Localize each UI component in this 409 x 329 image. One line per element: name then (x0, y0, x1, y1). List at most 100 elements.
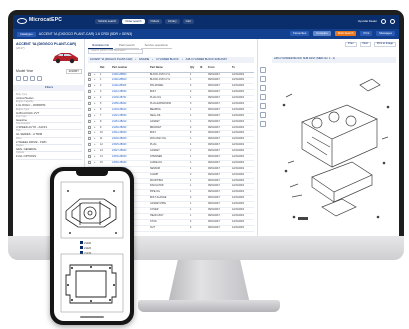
print-image-button[interactable]: Print to Image (373, 42, 396, 47)
prev-button[interactable]: Prev (345, 42, 357, 47)
illustration-title: A45-CYLINDER BLOCK SUB ASSY (MED CH: 1 -… (272, 57, 396, 63)
catalogue-actions: Favourites Compare Multi-Search Print Me… (290, 31, 395, 37)
cart-icon[interactable]: + (94, 108, 95, 111)
favourites-button[interactable]: Favourites (290, 31, 310, 37)
row-checkbox[interactable] (88, 131, 91, 135)
breadcrumb-item[interactable]: A45-CYLINDER BLOCK SUB ASSY (186, 58, 228, 62)
row-checkbox[interactable] (88, 78, 91, 82)
cart-icon[interactable]: + (94, 114, 95, 117)
multi-search-button[interactable]: Multi-Search (334, 31, 357, 37)
row-checkbox[interactable] (88, 113, 91, 117)
filter-item[interactable]: Trim GL SERIES - A TRIM (16, 130, 82, 138)
filter-item[interactable]: Drive 2 WHEEL DRIVE - FWD (16, 137, 82, 146)
compare-button[interactable]: Compare (313, 31, 331, 37)
next-button[interactable]: Next (359, 42, 371, 47)
catalogue-breadcrumb: ACCENT 'IA (DIGGCO PLANT-CAR) 1.6 CRDI (… (38, 31, 133, 36)
breadcrumb-item[interactable]: ACCENT 'IA (DIGGCO PLANT-CAR) (90, 58, 132, 62)
row-checkbox[interactable] (88, 137, 91, 141)
cart-icon[interactable]: + (94, 78, 95, 82)
catalogue-left: Catalogue ACCENT 'IA (DIGGCO PLANT-CAR) … (17, 31, 133, 38)
row-checkbox[interactable] (88, 143, 91, 147)
cart-icon[interactable]: + (94, 90, 95, 93)
tab-service-operations[interactable]: Service operations (140, 43, 172, 50)
help-icon[interactable] (381, 19, 386, 24)
bullet-icon (80, 241, 83, 244)
vehicle-subtitle: (2017) (16, 46, 25, 50)
smartphone: 21100 21120 21230 (50, 167, 134, 325)
fit-icon[interactable] (260, 85, 266, 91)
cart-icon[interactable]: + (94, 137, 95, 140)
tab-cart[interactable]: Cart (182, 19, 194, 25)
monitor-base (138, 300, 280, 312)
cart-icon[interactable]: + (94, 155, 95, 158)
catalogue-button[interactable]: Catalogue (17, 32, 36, 38)
chevron-right-icon: › (181, 57, 183, 61)
download-icon[interactable] (260, 112, 266, 118)
zoom-out-icon[interactable] (260, 76, 266, 82)
illustration-actions: Prev Next Print to Image (345, 42, 396, 47)
info-icon[interactable] (37, 76, 42, 81)
row-checkbox[interactable] (88, 119, 91, 123)
catalogue-bar: Catalogue ACCENT 'IA (DIGGCO PLANT-CAR) … (13, 29, 399, 39)
filter-item[interactable]: Region GEN. GENERAL (16, 144, 82, 153)
cart-icon[interactable]: + (94, 131, 95, 135)
filter-icon[interactable] (30, 76, 35, 81)
print-button[interactable]: Print (360, 31, 373, 37)
tab-orders[interactable]: Orders (147, 19, 163, 25)
transmission-illustration[interactable] (60, 181, 124, 239)
breadcrumb-item[interactable]: CYLINDER BLOCK (156, 58, 179, 62)
fullscreen-icon[interactable] (260, 121, 266, 127)
gasket-illustration[interactable] (60, 253, 124, 313)
cart-icon[interactable]: + (94, 96, 95, 99)
cart-icon[interactable]: + (94, 161, 95, 164)
vehicle-tools (16, 76, 42, 81)
top-right-area: Hyundai Dealer (358, 19, 395, 24)
illustration-tools (260, 67, 266, 127)
zoom-in-icon[interactable] (260, 67, 266, 73)
model-year-label: Model Year (16, 68, 33, 73)
row-checkbox[interactable] (88, 107, 91, 111)
model-year-select[interactable]: 2018MY (65, 69, 82, 75)
parts-search-input[interactable]: Search parts in this illustration (88, 49, 143, 54)
cart-icon[interactable]: + (94, 149, 95, 152)
print-icon[interactable] (260, 103, 266, 109)
settings-icon[interactable] (390, 19, 395, 24)
home-icon[interactable] (23, 76, 28, 81)
cell-name: NUT (150, 225, 190, 232)
engine-block-illustration[interactable] (272, 67, 398, 233)
row-checkbox[interactable] (88, 72, 91, 76)
cart-icon[interactable]: + (94, 73, 95, 76)
row-checkbox[interactable] (88, 155, 91, 159)
filter-value: FULL OPTIONS (16, 154, 37, 159)
brand: MicrocatEPC (17, 17, 62, 24)
row-checkbox[interactable] (88, 84, 91, 88)
filter-item[interactable]: Options FULL OPTIONS (16, 152, 82, 160)
row-checkbox[interactable] (88, 125, 91, 129)
tab-library[interactable]: Library (165, 19, 180, 25)
search-icon[interactable] (16, 76, 21, 81)
breadcrumb-item[interactable]: ENGINE (139, 58, 149, 62)
row-checkbox[interactable] (88, 149, 91, 153)
filters-list: Body Type 4-Door/Sedan Engine Capacity 1.6… (16, 93, 82, 160)
cart-icon[interactable]: + (94, 120, 95, 123)
row-checkbox[interactable] (88, 160, 91, 164)
messages-button[interactable]: Messages (376, 31, 395, 37)
cart-icon[interactable]: + (94, 102, 95, 105)
row-checkbox[interactable] (88, 90, 91, 94)
cell-from: 06/01/2017 (208, 225, 232, 232)
cell-empty (200, 225, 208, 232)
filter-item[interactable]: Transmission 4 SPEED AUTO - A4CF1 (16, 122, 82, 131)
tab-vehicle-search[interactable]: Vehicle search (95, 19, 120, 25)
row-checkbox[interactable] (88, 102, 91, 106)
cart-icon[interactable]: + (94, 84, 95, 87)
row-checkbox[interactable] (88, 96, 91, 100)
cart-icon[interactable]: + (94, 126, 95, 129)
user-name[interactable]: Hyundai Dealer (358, 19, 377, 23)
legend-label: 21100 (84, 242, 92, 245)
model-year-row: Model Year 2018MY (16, 68, 82, 75)
cart-icon[interactable]: + (94, 143, 95, 146)
hyundai-logo-icon (17, 18, 27, 24)
vehicle-title: ACCENT 'IA (DIGGCO PLANT-CAR) (16, 42, 77, 46)
tab-order-search[interactable]: Order search (122, 19, 145, 25)
rotate-icon[interactable] (260, 94, 266, 100)
